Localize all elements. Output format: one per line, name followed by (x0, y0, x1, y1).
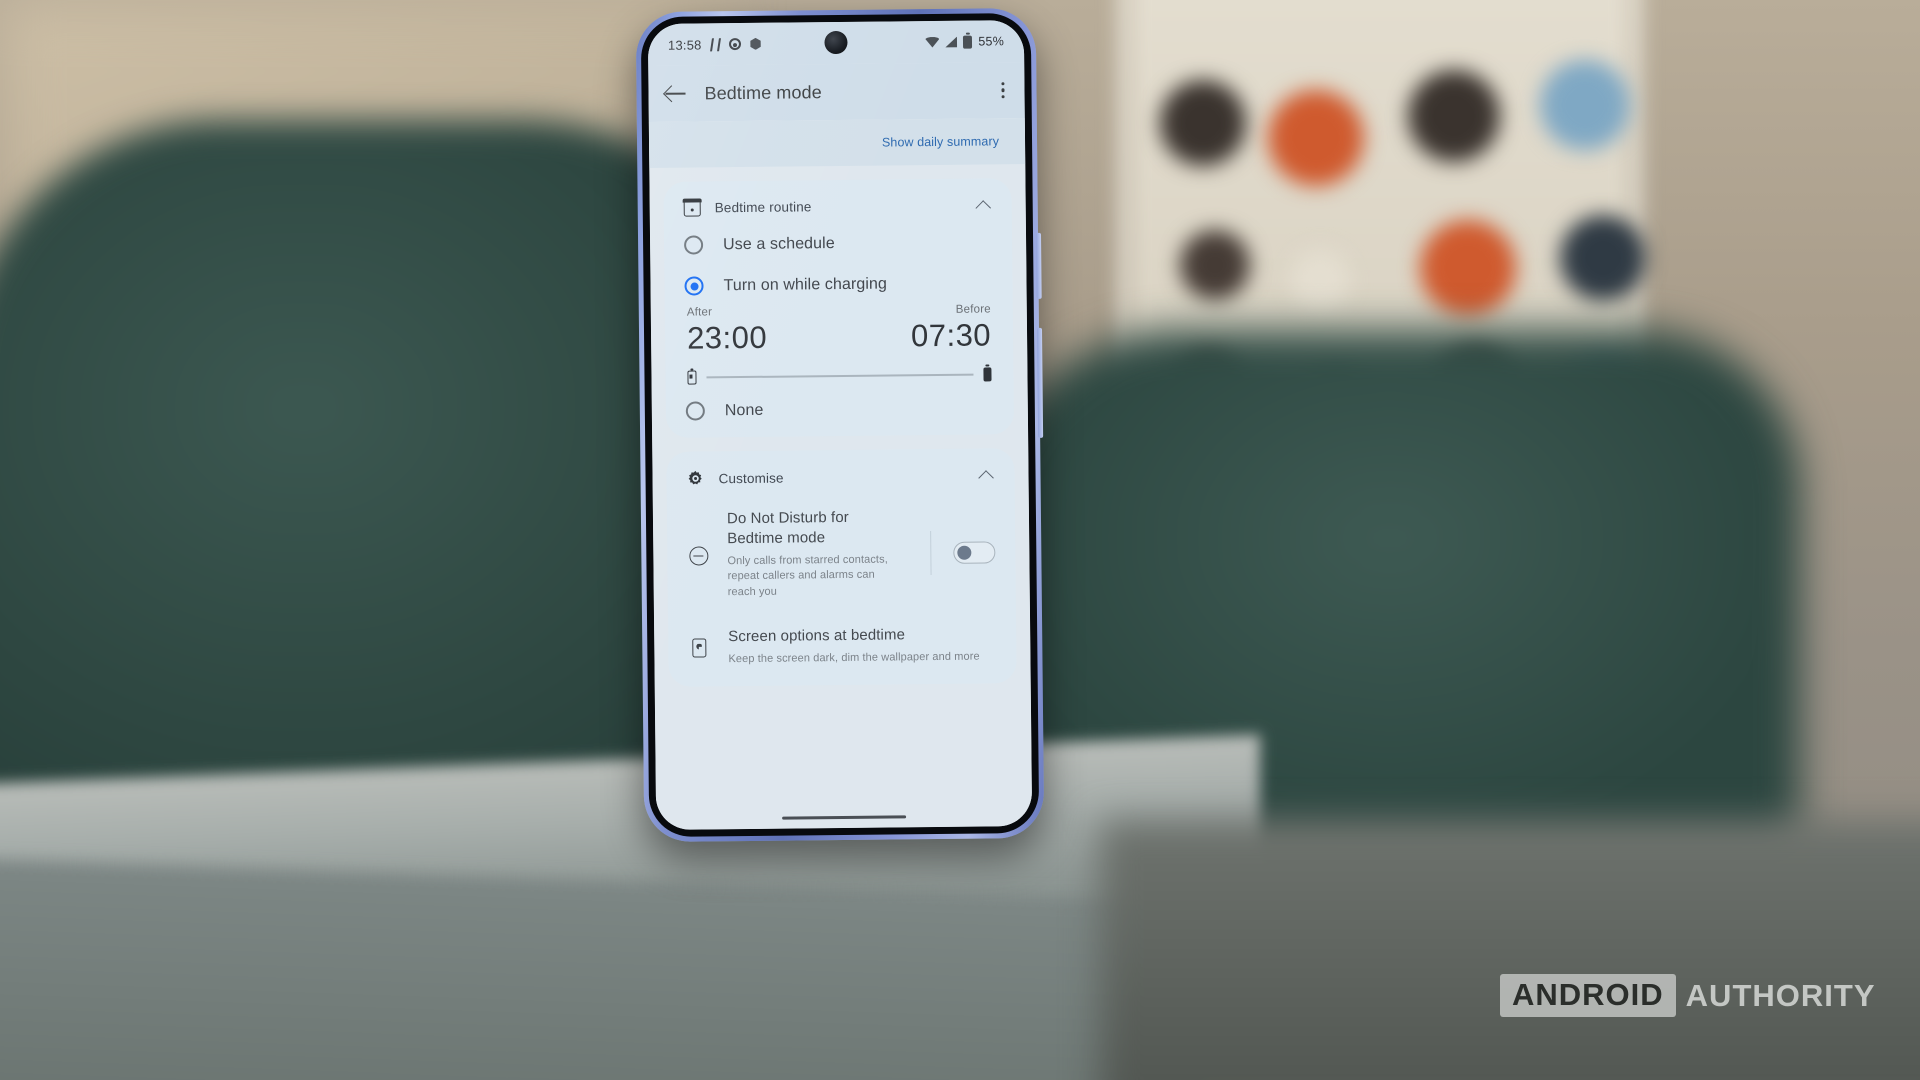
phone-screen: 13:58 55% Bedtime mode Show daily summar… (647, 20, 1033, 830)
status-bar-left: 13:58 (668, 36, 762, 52)
before-column: Before 07:30 (839, 303, 992, 355)
overflow-menu-icon[interactable] (997, 76, 1009, 105)
art-dot (1180, 230, 1250, 300)
wifi-icon (925, 36, 939, 47)
option-none[interactable]: None (666, 387, 1014, 432)
status-bar-right: 55% (925, 34, 1004, 49)
gear-icon (686, 469, 704, 487)
option-turn-on-while-charging[interactable]: Turn on while charging (664, 262, 1012, 307)
slider-track[interactable] (706, 373, 974, 379)
phone-device: 13:58 55% Bedtime mode Show daily summar… (635, 7, 1045, 843)
row-title: Screen options at bedtime (728, 626, 906, 646)
after-column: After 23:00 (687, 305, 840, 357)
background-floor (1100, 820, 1920, 1080)
row-screen-options[interactable]: Screen options at bedtime Keep the scree… (668, 610, 1017, 680)
front-camera (824, 30, 848, 55)
calendar-icon (683, 199, 701, 217)
art-dot (1268, 90, 1364, 186)
art-dot (1540, 60, 1630, 150)
art-dot (1290, 250, 1350, 310)
phone-screen-icon (688, 637, 710, 659)
customise-header[interactable]: Customise (666, 460, 1014, 496)
customise-title: Customise (718, 470, 784, 486)
row-text: Screen options at bedtime Keep the scree… (728, 625, 996, 668)
radio-label: Use a schedule (723, 234, 835, 253)
after-caption: After (686, 306, 713, 319)
bedtime-routine-card: Bedtime routine Use a schedule Turn on w… (663, 178, 1015, 438)
app-bar: Bedtime mode (648, 62, 1025, 122)
art-dot (1560, 215, 1646, 301)
row-subtitle: Keep the screen dark, dim the wallpaper … (728, 650, 980, 665)
option-use-a-schedule[interactable]: Use a schedule (664, 221, 1012, 266)
radio-label: None (724, 401, 764, 419)
before-time-value[interactable]: 07:30 (839, 317, 991, 355)
after-time-value[interactable]: 23:00 (687, 319, 839, 357)
charge-range-slider[interactable] (665, 353, 1013, 391)
back-arrow-icon[interactable] (664, 83, 686, 105)
status-time: 13:58 (667, 36, 702, 53)
art-dot (1160, 80, 1246, 166)
customise-card: Customise Do Not Disturb for Bedtime mod… (666, 448, 1017, 687)
page-title: Bedtime mode (704, 81, 822, 103)
radio-turn-on-while-charging[interactable] (684, 276, 704, 296)
schedule-times: After 23:00 Before 07:30 (665, 303, 1014, 357)
row-divider (930, 531, 932, 576)
art-dot (1408, 70, 1500, 162)
settings-scroll-area[interactable]: Show daily summary Bedtime routine Use a… (648, 118, 1033, 830)
bedtime-routine-header[interactable]: Bedtime routine (664, 190, 1012, 225)
power-button[interactable] (1035, 232, 1042, 299)
chevron-up-icon[interactable] (978, 467, 994, 483)
watermark-brand-boxed: ANDROID (1500, 974, 1676, 1017)
chevron-up-icon[interactable] (976, 197, 992, 213)
do-not-disturb-toggle[interactable] (953, 541, 996, 564)
row-subtitle: Only calls from starred contacts, repeat… (727, 553, 888, 599)
art-dot (1420, 220, 1516, 316)
radio-none[interactable] (685, 401, 705, 421)
watermark-brand-plain: AUTHORITY (1685, 977, 1876, 1013)
hexagon-icon (749, 38, 761, 50)
dot-circle-icon (728, 38, 741, 51)
before-caption: Before (955, 303, 991, 316)
gesture-navigation-bar[interactable] (782, 814, 907, 820)
row-text: Do Not Disturb for Bedtime mode Only cal… (727, 507, 913, 601)
battery-percent: 55% (978, 34, 1005, 49)
daily-summary-band: Show daily summary (648, 118, 1026, 168)
watermark: ANDROID AUTHORITY (1500, 974, 1876, 1017)
vcut-icon (709, 37, 721, 51)
row-do-not-disturb[interactable]: Do Not Disturb for Bedtime mode Only cal… (667, 492, 1016, 614)
radio-label: Turn on while charging (723, 275, 888, 294)
battery-icon (963, 35, 973, 49)
signal-icon (945, 36, 957, 47)
show-daily-summary-link[interactable]: Show daily summary (882, 134, 999, 149)
row-title: Do Not Disturb for Bedtime mode (726, 508, 849, 548)
battery-full-icon (983, 367, 992, 382)
bedtime-routine-title: Bedtime routine (714, 199, 812, 216)
status-bar: 13:58 55% (647, 20, 1025, 66)
minus-circle-icon (687, 545, 709, 567)
radio-use-a-schedule[interactable] (684, 235, 704, 255)
battery-empty-icon (687, 370, 697, 385)
